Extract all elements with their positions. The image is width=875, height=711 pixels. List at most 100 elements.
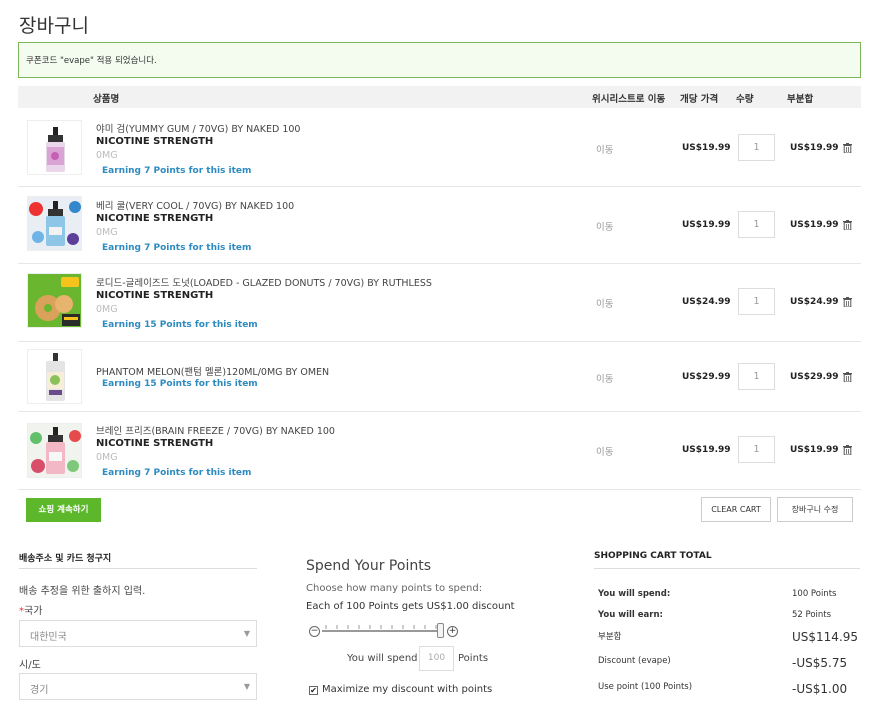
total-label: Discount (evape) [598,656,671,666]
total-value: US$114.95 [792,630,859,644]
slider-plus-icon[interactable]: + [447,626,458,637]
product-image-phantom-melon-bottle[interactable] [27,349,82,404]
row-subtotal: US$29.99 [790,372,839,382]
update-cart-button[interactable]: 장바구니 수정 [777,497,853,522]
product-image-glazed-donuts-box[interactable] [27,273,82,328]
points-earning: Earning 7 Points for this item [102,166,252,176]
country-select-value: 대한민국 [30,632,67,643]
city-select-value: 경기 [30,685,49,696]
trash-icon[interactable] [843,220,852,230]
trash-icon[interactable] [843,297,852,307]
header-wishlist: 위시리스트로 이동 [592,94,666,105]
header-qty: 수량 [736,94,754,105]
spend-label: You will spend [347,653,418,664]
product-name[interactable]: PHANTOM MELON(팬텀 멜론)120ML/0MG BY OMEN [96,364,329,378]
country-select[interactable]: 대한민국 ▼ [19,620,257,647]
unit-price: US$19.99 [682,143,731,153]
move-to-wishlist-link[interactable]: 이동 [596,371,613,385]
unit-price: US$19.99 [682,220,731,230]
city-select[interactable]: 경기 ▼ [19,673,257,700]
continue-shopping-button[interactable]: 쇼핑 계속하기 [26,498,101,522]
trash-icon[interactable] [843,445,852,455]
cart-total-title: SHOPPING CART TOTAL [594,551,712,561]
product-name[interactable]: 로디드-글레이즈드 도넛(LOADED - GLAZED DONUTS / 70… [96,275,432,289]
unit-price: US$24.99 [682,297,731,307]
chevron-down-icon: ▼ [243,629,250,638]
trash-icon[interactable] [843,372,852,382]
divider [19,568,257,569]
cart-row: 로디드-글레이즈드 도넛(LOADED - GLAZED DONUTS / 70… [18,264,861,342]
product-image-very-cool-bottle[interactable] [27,196,82,251]
divider [594,568,860,569]
option-label: NICOTINE STRENGTH [96,290,214,301]
move-to-wishlist-link[interactable]: 이동 [596,142,613,156]
total-value: -US$1.00 [792,682,848,696]
move-to-wishlist-link[interactable]: 이동 [596,296,613,310]
total-label: 부분합 [598,632,622,642]
quantity-input[interactable]: 1 [738,134,775,161]
option-label: NICOTINE STRENGTH [96,213,214,224]
total-label: Use point (100 Points) [598,682,693,692]
product-name[interactable]: 야미 검(YUMMY GUM / 70VG) BY NAKED 100 [96,121,300,135]
points-earning: Earning 7 Points for this item [102,468,252,478]
country-label-text: 국가 [24,606,43,617]
coupon-notice-text: 쿠폰코드 "evape" 적용 되었습니다. [26,56,157,66]
unit-price: US$19.99 [682,445,731,455]
product-name[interactable]: 브레인 프리즈(BRAIN FREEZE / 70VG) BY NAKED 10… [96,423,335,437]
points-earning: Earning 15 Points for this item [102,320,258,330]
cart-row: 베리 쿨(VERY COOL / 70VG) BY NAKED 100 NICO… [18,187,861,264]
product-image-brain-freeze-bottle[interactable] [27,423,82,478]
move-to-wishlist-link[interactable]: 이동 [596,444,613,458]
spend-unit: Points [458,653,489,664]
total-label: You will earn: [598,610,663,620]
option-value: 0MG [96,227,118,238]
header-product: 상품명 [93,94,120,105]
product-name[interactable]: 베리 쿨(VERY COOL / 70VG) BY NAKED 100 [96,198,294,212]
shipping-desc: 배송 추정을 위한 출하지 입력. [19,586,146,597]
maximize-label: Maximize my discount with points [322,684,493,695]
points-title: Spend Your Points [306,558,431,574]
points-rate: Each of 100 Points gets US$1.00 discount [306,601,515,612]
total-value: -US$5.75 [792,656,848,670]
total-value: 52 Points [792,610,832,620]
total-label: You will spend: [598,589,671,599]
points-slider-handle[interactable] [437,623,444,638]
header-subtotal: 부분합 [787,94,814,105]
quantity-input[interactable]: 1 [738,436,775,463]
spend-points-input[interactable]: 100 [419,646,454,671]
cart-row: 브레인 프리즈(BRAIN FREEZE / 70VG) BY NAKED 10… [18,412,861,490]
quantity-input[interactable]: 1 [738,211,775,238]
row-subtotal: US$24.99 [790,297,839,307]
shipping-title: 배송주소 및 카드 청구지 [19,554,112,564]
option-value: 0MG [96,150,118,161]
trash-icon[interactable] [843,143,852,153]
option-value: 0MG [96,304,118,315]
maximize-checkbox[interactable]: ✔ [309,686,318,695]
slider-ticks [325,625,437,629]
points-desc: Choose how many points to spend: [306,583,483,594]
cart-row: 야미 검(YUMMY GUM / 70VG) BY NAKED 100 NICO… [18,109,861,187]
city-label: 시/도 [19,660,41,671]
slider-minus-icon[interactable]: − [309,626,320,637]
row-subtotal: US$19.99 [790,445,839,455]
quantity-input[interactable]: 1 [738,288,775,315]
option-value: 0MG [96,452,118,463]
quantity-input[interactable]: 1 [738,363,775,390]
option-label: NICOTINE STRENGTH [96,438,214,449]
clear-cart-button[interactable]: CLEAR CART [701,497,771,522]
product-image-pink-gum-bottle[interactable] [27,120,82,175]
points-slider-track[interactable] [322,630,442,632]
move-to-wishlist-link[interactable]: 이동 [596,219,613,233]
cart-row: PHANTOM MELON(팬텀 멜론)120ML/0MG BY OMEN Ea… [18,342,861,412]
coupon-notice: 쿠폰코드 "evape" 적용 되었습니다. [18,42,861,78]
header-unit-price: 개당 가격 [680,94,719,105]
country-label: *국가 [19,602,42,617]
option-label: NICOTINE STRENGTH [96,136,214,147]
row-subtotal: US$19.99 [790,220,839,230]
page-title: 장바구니 [19,15,89,37]
total-value: 100 Points [792,589,837,599]
unit-price: US$29.99 [682,372,731,382]
cart-table-header: 상품명 위시리스트로 이동 개당 가격 수량 부분합 [18,86,861,108]
chevron-down-icon: ▼ [243,682,250,691]
row-subtotal: US$19.99 [790,143,839,153]
